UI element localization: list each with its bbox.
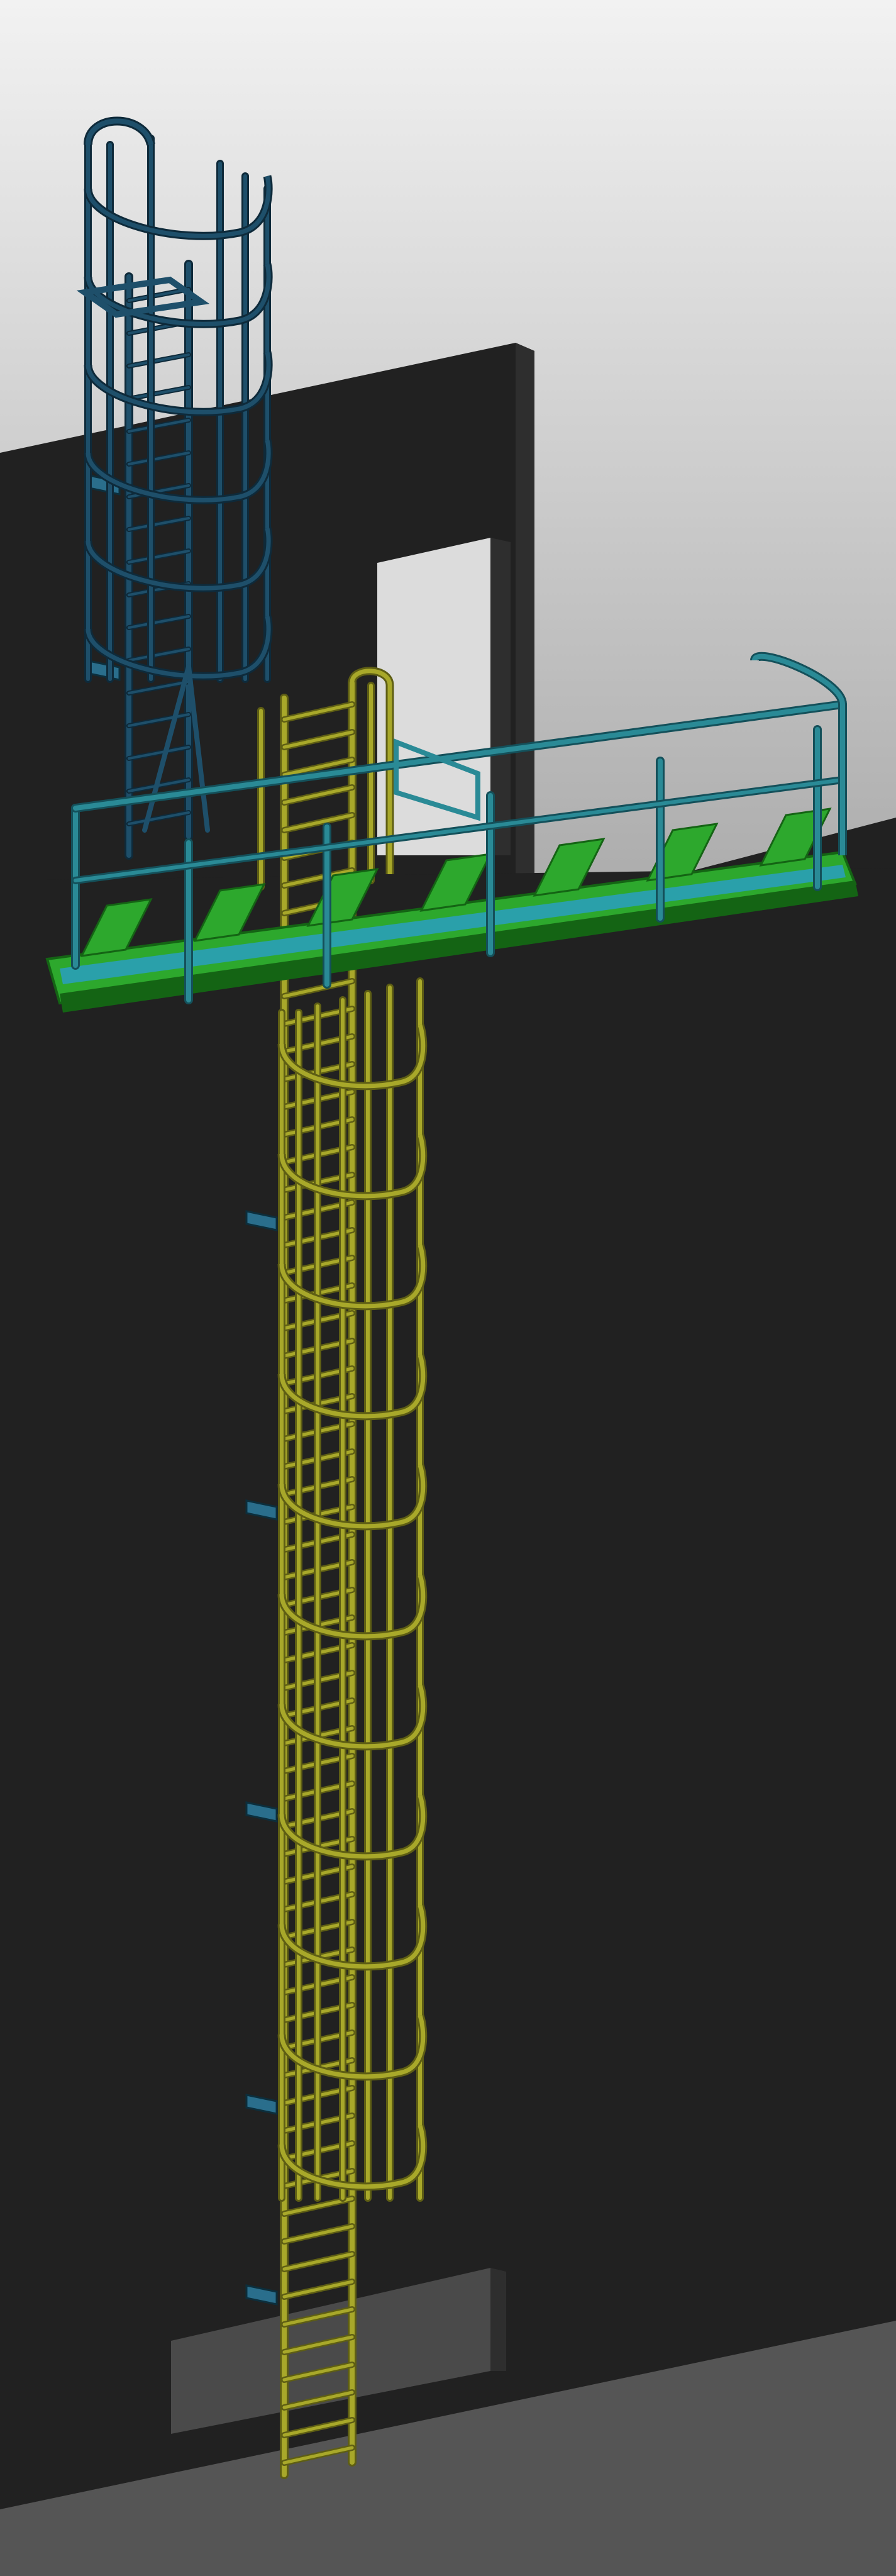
model-viewport[interactable] [0, 0, 896, 2576]
ladder-scene [0, 0, 896, 2576]
door-opening [377, 538, 490, 855]
lower-opening-jamb [490, 2268, 506, 2371]
